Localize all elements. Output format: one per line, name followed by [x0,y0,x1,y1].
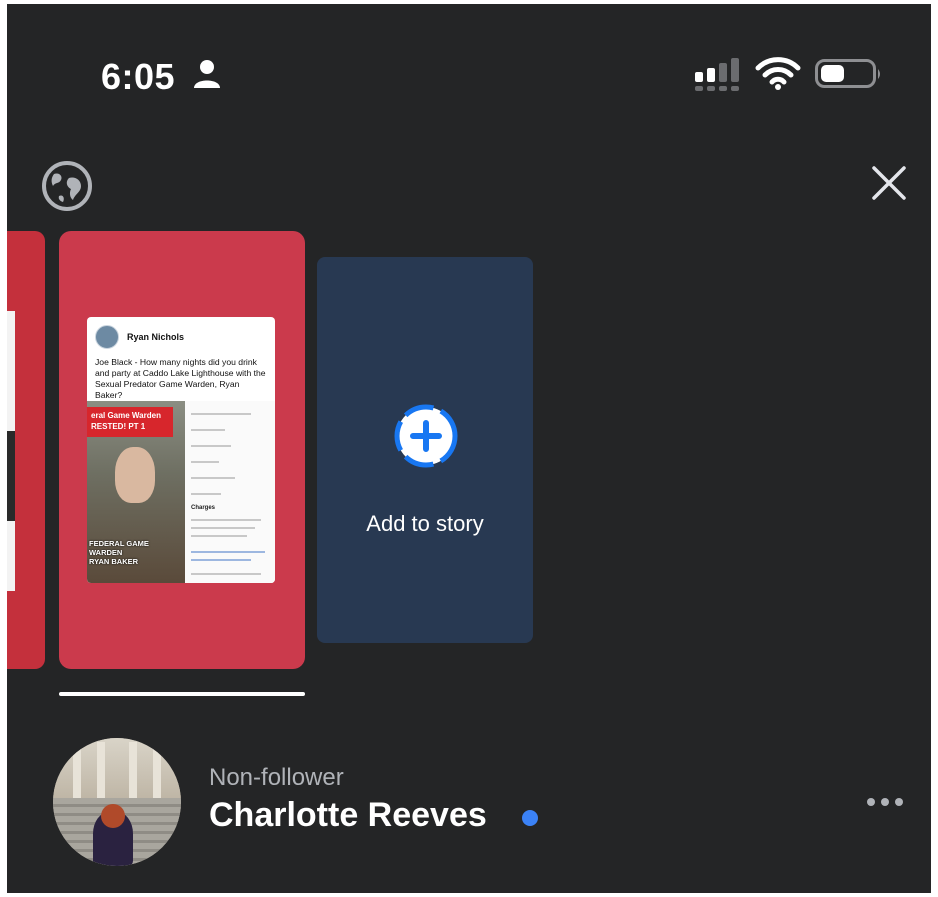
previous-story-preview-dark [7,431,15,521]
viewer-name[interactable]: Charlotte Reeves [209,796,487,835]
doc-link-line [191,551,265,553]
doc-link-line [191,559,251,561]
post-photo-face [115,447,155,503]
doc-line [191,413,251,415]
viewer-status: Non-follower [209,764,344,791]
add-to-story-button[interactable]: Add to story [317,257,533,643]
post-author: Ryan Nichols [127,332,185,342]
cellular-signal-icon [695,58,739,91]
doc-line [191,573,261,575]
avatar-column [97,742,105,798]
avatar-person-hair [101,804,125,828]
doc-line [191,493,221,495]
globe-icon[interactable] [41,160,93,212]
doc-line [191,429,225,431]
avatar-column [129,742,137,798]
status-time: 6:05 [101,56,176,97]
more-horizontal-icon[interactable] [865,792,905,812]
previous-story-card[interactable] [7,231,45,669]
doc-line [191,519,261,521]
close-icon[interactable] [868,162,910,204]
add-to-story-label: Add to story [366,511,484,536]
doc-charges-heading: Charges [191,505,216,511]
story-viewers-screen: 6:05 Ryan Nichols Joe Black - How many n… [7,4,931,893]
post-photo-caption: FEDERAL GAME WARDEN RYAN BAKER [89,539,149,566]
post-image: eral Game Warden RESTED! PT 1 FEDERAL GA… [87,401,275,583]
doc-line [191,535,247,537]
avatar-column [153,742,161,798]
current-story-card[interactable]: Ryan Nichols Joe Black - How many nights… [59,231,305,669]
doc-line [191,461,219,463]
doc-line [191,445,231,447]
avatar[interactable] [53,738,181,866]
phone-frame: 6:05 Ryan Nichols Joe Black - How many n… [0,0,938,897]
story-progress-bar [59,692,305,696]
wifi-icon [755,57,801,90]
post-text: Joe Black - How many nights did you drin… [95,357,266,400]
post-photo-banner: eral Game Warden RESTED! PT 1 [87,407,173,437]
shared-post: Ryan Nichols Joe Black - How many nights… [87,317,275,583]
person-icon [194,60,220,88]
doc-line [191,477,235,479]
battery-icon [815,59,880,88]
doc-line [191,527,255,529]
post-author-avatar [95,325,119,349]
avatar-column [73,742,81,798]
online-status-dot [522,810,538,826]
add-circle-icon [394,404,458,468]
post-header: Ryan Nichols [87,317,275,353]
